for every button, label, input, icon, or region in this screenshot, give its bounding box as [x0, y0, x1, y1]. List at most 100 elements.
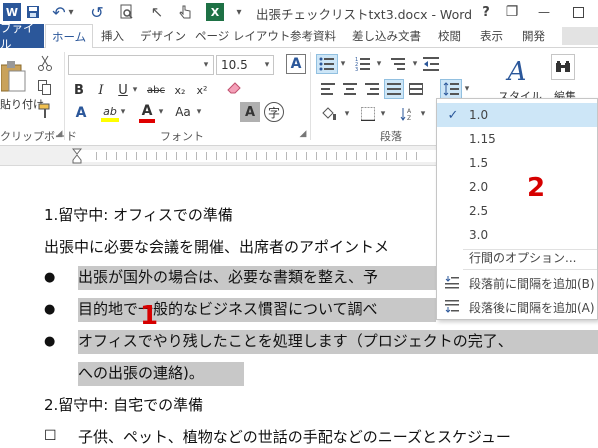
- shading-icon[interactable]: [318, 104, 340, 124]
- highlight-color-swatch: [101, 117, 119, 122]
- change-case-dropdown-icon[interactable]: ▾: [194, 102, 204, 122]
- redo-icon[interactable]: ↺: [88, 3, 106, 22]
- tab-mailings[interactable]: 差し込み文書: [346, 24, 427, 48]
- font-color-label: A: [141, 103, 153, 119]
- copy-icon[interactable]: [36, 78, 54, 96]
- line-spacing-option-1-15[interactable]: 1.15: [437, 127, 597, 151]
- align-left-icon[interactable]: [318, 79, 338, 99]
- user-account[interactable]: [562, 27, 598, 45]
- tab-page-layout[interactable]: ページ レイアウト: [189, 24, 296, 48]
- decrease-indent-icon[interactable]: [420, 54, 442, 74]
- bold-button[interactable]: B: [70, 80, 88, 100]
- numbering-button[interactable]: 123: [352, 54, 374, 74]
- font-name-dropdown-icon[interactable]: ▾: [200, 56, 212, 74]
- sort-dropdown-icon[interactable]: ▾: [418, 104, 428, 124]
- multilevel-list-button[interactable]: [388, 54, 410, 74]
- list-item: 子供、ペット、植物などの世話の手配などのニーズとスケジュー: [78, 428, 511, 446]
- tab-file[interactable]: ファイル: [0, 21, 44, 51]
- paste-icon[interactable]: [0, 56, 28, 96]
- clear-format-icon[interactable]: A: [286, 54, 306, 74]
- enclose-characters-button[interactable]: 字: [264, 102, 284, 122]
- line-spacing-option-2-5[interactable]: 2.5: [437, 199, 597, 223]
- minimize-button[interactable]: —: [532, 2, 556, 22]
- text-effects-icon[interactable]: A: [70, 102, 92, 124]
- line-spacing-option-label: 1.0: [469, 108, 489, 122]
- font-color-dropdown-icon[interactable]: ▾: [156, 102, 166, 122]
- font-color-button[interactable]: A: [136, 102, 158, 124]
- find-icon[interactable]: [551, 54, 575, 80]
- font-launcher-icon[interactable]: ◢: [298, 128, 308, 140]
- add-space-before-paragraph[interactable]: 段落前に間隔を追加(B): [437, 271, 597, 295]
- check-icon: ✓: [447, 107, 459, 123]
- document-paragraph: 出張中に必要な会議を開催、出席者のアポイントメ: [44, 238, 390, 256]
- shading-dropdown-icon[interactable]: ▾: [342, 104, 352, 124]
- highlight-dropdown-icon[interactable]: ▾: [118, 102, 128, 122]
- underline-dropdown-icon[interactable]: ▾: [130, 80, 140, 100]
- list-item: オフィスでやり残したことを処理します（プロジェクトの完了、: [78, 330, 598, 354]
- align-right-icon[interactable]: [362, 79, 382, 99]
- sort-icon[interactable]: AZ: [398, 104, 420, 124]
- tab-design[interactable]: デザイン: [134, 24, 192, 48]
- tab-home[interactable]: ホーム: [45, 24, 94, 49]
- clipboard-group-label: クリップボード: [0, 130, 77, 143]
- cut-icon[interactable]: [36, 54, 54, 72]
- numbering-dropdown-icon[interactable]: ▾: [374, 54, 384, 74]
- touch-mode-icon[interactable]: [176, 3, 194, 21]
- font-group-label: フォント: [160, 130, 204, 143]
- eraser-icon[interactable]: [224, 78, 244, 98]
- ribbon-display-options-button[interactable]: ❐: [500, 2, 524, 22]
- italic-button[interactable]: I: [92, 80, 110, 100]
- annotation-number-1: 1: [140, 301, 159, 331]
- superscript-button[interactable]: x²: [192, 80, 212, 100]
- line-spacing-option-1-0[interactable]: ✓ 1.0: [437, 103, 597, 127]
- save-icon[interactable]: [24, 3, 42, 21]
- tab-insert[interactable]: 挿入: [95, 24, 130, 48]
- highlight-label: ab: [103, 104, 117, 118]
- bullets-dropdown-icon[interactable]: ▾: [338, 54, 348, 74]
- distributed-icon[interactable]: [406, 79, 426, 99]
- bullets-button[interactable]: [316, 54, 338, 74]
- multilevel-dropdown-icon[interactable]: ▾: [410, 54, 420, 74]
- tab-references[interactable]: 参考資料: [284, 24, 342, 48]
- svg-text:Z: Z: [407, 115, 411, 121]
- maximize-button[interactable]: [566, 2, 590, 22]
- format-painter-icon[interactable]: [36, 102, 54, 120]
- first-line-indent-marker[interactable]: [71, 148, 83, 167]
- line-spacing-option-2-0[interactable]: 2.0: [437, 175, 597, 199]
- line-spacing-dropdown-icon[interactable]: ▾: [462, 79, 472, 99]
- annotation-number-2: 2: [527, 173, 546, 203]
- excel-icon[interactable]: X: [206, 3, 224, 21]
- line-spacing-option-1-5[interactable]: 1.5: [437, 151, 597, 175]
- justify-icon[interactable]: [384, 79, 404, 99]
- line-spacing-option-3-0[interactable]: 3.0: [437, 223, 597, 247]
- align-center-icon[interactable]: [340, 79, 360, 99]
- borders-icon[interactable]: [358, 104, 378, 124]
- pointer-icon[interactable]: ↖: [148, 3, 166, 21]
- line-spacing-button[interactable]: [440, 79, 462, 99]
- font-size-dropdown-icon[interactable]: ▾: [262, 56, 272, 74]
- line-spacing-options[interactable]: 行間のオプション...: [437, 245, 597, 269]
- menu-separator: [463, 269, 597, 270]
- borders-dropdown-icon[interactable]: ▾: [378, 104, 388, 124]
- tab-developer[interactable]: 開発: [516, 24, 551, 48]
- strikethrough-button[interactable]: abc: [144, 80, 168, 100]
- group-separator: [64, 52, 65, 140]
- add-space-after-paragraph[interactable]: 段落後に間隔を追加(A): [437, 295, 597, 319]
- help-button[interactable]: ?: [474, 2, 498, 22]
- bullet-marker: ●: [44, 302, 56, 317]
- subscript-button[interactable]: x₂: [170, 80, 190, 100]
- clipboard-launcher-icon[interactable]: ◢: [54, 128, 64, 140]
- undo-dropdown-icon[interactable]: ▾: [66, 3, 76, 21]
- document-heading-2: 2.留守中: 自宅での準備: [44, 396, 204, 414]
- tab-view[interactable]: 表示: [474, 24, 509, 48]
- font-name-box[interactable]: [68, 55, 214, 75]
- word-logo-icon[interactable]: W: [3, 3, 21, 21]
- tab-review[interactable]: 校閲: [432, 24, 467, 48]
- styles-icon[interactable]: A: [500, 54, 534, 90]
- customize-qat-icon[interactable]: ▾: [230, 3, 248, 21]
- character-shading-button[interactable]: A: [240, 102, 260, 122]
- change-case-button[interactable]: Aa: [170, 102, 196, 122]
- window-title: 出張チェックリストtxt3.docx - Word: [256, 7, 473, 22]
- checkbox-marker: ☐: [44, 428, 57, 444]
- print-preview-icon[interactable]: [118, 3, 136, 21]
